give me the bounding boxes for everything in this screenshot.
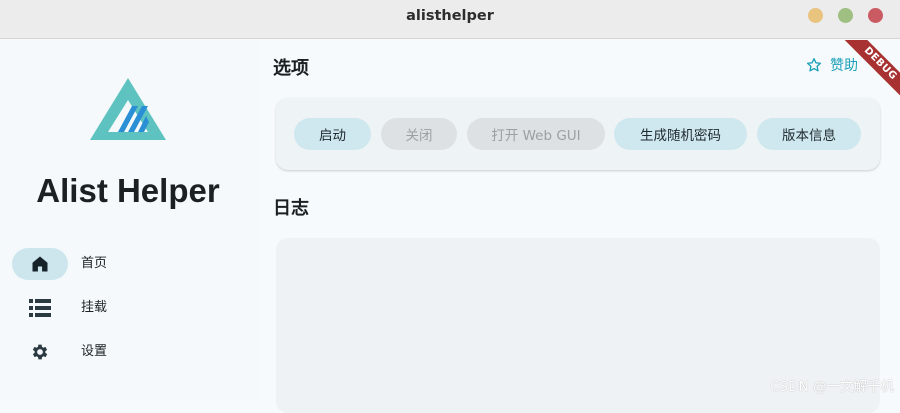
minimize-button[interactable] — [808, 8, 823, 23]
start-button[interactable]: 启动 — [294, 118, 371, 150]
version-info-button[interactable]: 版本信息 — [757, 118, 861, 150]
app-name: Alist Helper — [36, 172, 220, 209]
window-title: alisthelper — [406, 8, 494, 24]
stop-button[interactable]: 关闭 — [381, 118, 457, 150]
gear-icon — [12, 336, 68, 368]
close-button[interactable] — [868, 8, 883, 23]
app-logo — [90, 78, 166, 140]
sidebar-item-settings[interactable]: 设置 — [12, 336, 248, 368]
options-card: 启动 关闭 打开 Web GUI 生成随机密码 版本信息 — [276, 98, 880, 170]
home-icon — [12, 248, 68, 280]
debug-ribbon: DEBUG — [840, 40, 900, 100]
log-title: 日志 — [273, 198, 309, 219]
generate-password-button[interactable]: 生成随机密码 — [614, 118, 747, 150]
star-icon — [806, 58, 822, 72]
sidebar-item-home[interactable]: 首页 — [12, 248, 248, 280]
debug-banner: DEBUG — [840, 40, 900, 100]
options-title: 选项 — [273, 58, 309, 79]
sidebar: Alist Helper 首页 挂载 设置 — [0, 40, 258, 401]
sidebar-item-label: 首页 — [81, 256, 108, 271]
sidebar-item-label: 挂载 — [81, 300, 108, 315]
watermark: CSDN @一文解千机 — [770, 379, 894, 395]
sidebar-item-label: 设置 — [81, 344, 108, 359]
maximize-button[interactable] — [838, 8, 853, 23]
storage-list-icon — [12, 292, 68, 324]
sidebar-item-mount[interactable]: 挂载 — [12, 292, 248, 324]
open-web-gui-button[interactable]: 打开 Web GUI — [467, 118, 605, 150]
title-bar: alisthelper — [0, 0, 900, 39]
